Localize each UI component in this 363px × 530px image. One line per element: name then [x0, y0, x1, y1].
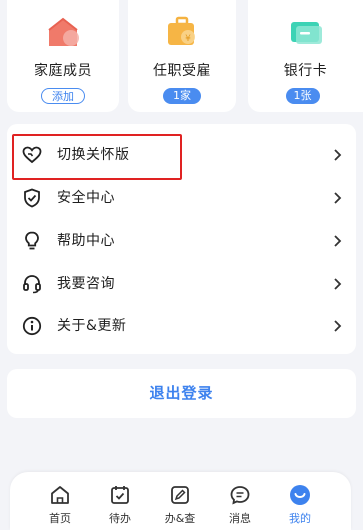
nav-label: 消息: [229, 512, 251, 525]
calendar-check-icon: [111, 486, 129, 504]
settings-menu: 切换关怀版 安全中心 帮助中心 我要咨询 关于&更新: [7, 124, 356, 354]
nav-tab-todo[interactable]: 待办: [90, 472, 150, 530]
add-family-badge[interactable]: 添加: [41, 88, 85, 104]
svg-text:¥: ¥: [185, 34, 191, 44]
briefcase-icon: ¥: [168, 16, 195, 45]
chevron-right-icon: [334, 278, 342, 290]
menu-item-consult[interactable]: 我要咨询: [7, 264, 356, 304]
bank-card-count-badge[interactable]: 1张: [285, 88, 320, 104]
home-icon: [51, 486, 69, 504]
menu-item-label: 安全中心: [57, 190, 115, 206]
nav-tab-messages[interactable]: 消息: [210, 472, 270, 530]
card-title: 家庭成员: [34, 63, 92, 79]
menu-item-care-mode[interactable]: 切换关怀版: [7, 134, 356, 180]
chevron-right-icon: [334, 320, 342, 332]
menu-item-about-update[interactable]: 关于&更新: [7, 306, 356, 346]
employment-count-badge[interactable]: 1家: [163, 88, 201, 104]
chevron-right-icon: [334, 192, 342, 204]
house-icon: [48, 17, 79, 46]
nav-label: 我的: [289, 512, 311, 525]
chevron-right-icon: [334, 235, 342, 247]
nav-label: 待办: [109, 512, 131, 525]
menu-item-help-center[interactable]: 帮助中心: [7, 221, 356, 261]
card-employment[interactable]: ¥ 任职受雇 1家: [128, 0, 236, 112]
info-icon: [22, 316, 42, 336]
logout-button[interactable]: 退出登录: [7, 369, 356, 418]
bank-card-icon: [290, 22, 322, 44]
menu-item-label: 我要咨询: [57, 276, 115, 292]
menu-item-security-center[interactable]: 安全中心: [7, 178, 356, 218]
card-bank-card[interactable]: 银行卡 1张: [248, 0, 363, 112]
card-title: 银行卡: [283, 63, 328, 79]
bottom-nav: 首页 待办 办&查 消息 我的: [10, 472, 351, 530]
profile-smile-icon: [290, 485, 310, 505]
nav-tab-handle-query[interactable]: 办&查: [150, 472, 210, 530]
shield-check-icon: [24, 188, 40, 208]
chat-icon: [230, 486, 250, 505]
nav-tab-mine[interactable]: 我的: [270, 472, 330, 530]
nav-tab-home[interactable]: 首页: [30, 472, 90, 530]
service-cards: 家庭成员 添加 ¥ 任职受雇 1家 银行卡 1张: [0, 0, 363, 112]
lightbulb-icon: [25, 231, 39, 250]
headset-icon: [23, 275, 41, 294]
heart-icon: [22, 146, 42, 164]
menu-item-label: 切换关怀版: [57, 147, 130, 163]
menu-item-label: 关于&更新: [57, 318, 127, 334]
card-title: 任职受雇: [153, 63, 211, 79]
nav-label: 首页: [49, 512, 71, 525]
card-family-members[interactable]: 家庭成员 添加: [7, 0, 119, 112]
chevron-right-icon: [334, 149, 342, 161]
edit-document-icon: [171, 486, 189, 504]
menu-item-label: 帮助中心: [57, 233, 115, 249]
nav-label: 办&查: [164, 512, 196, 525]
